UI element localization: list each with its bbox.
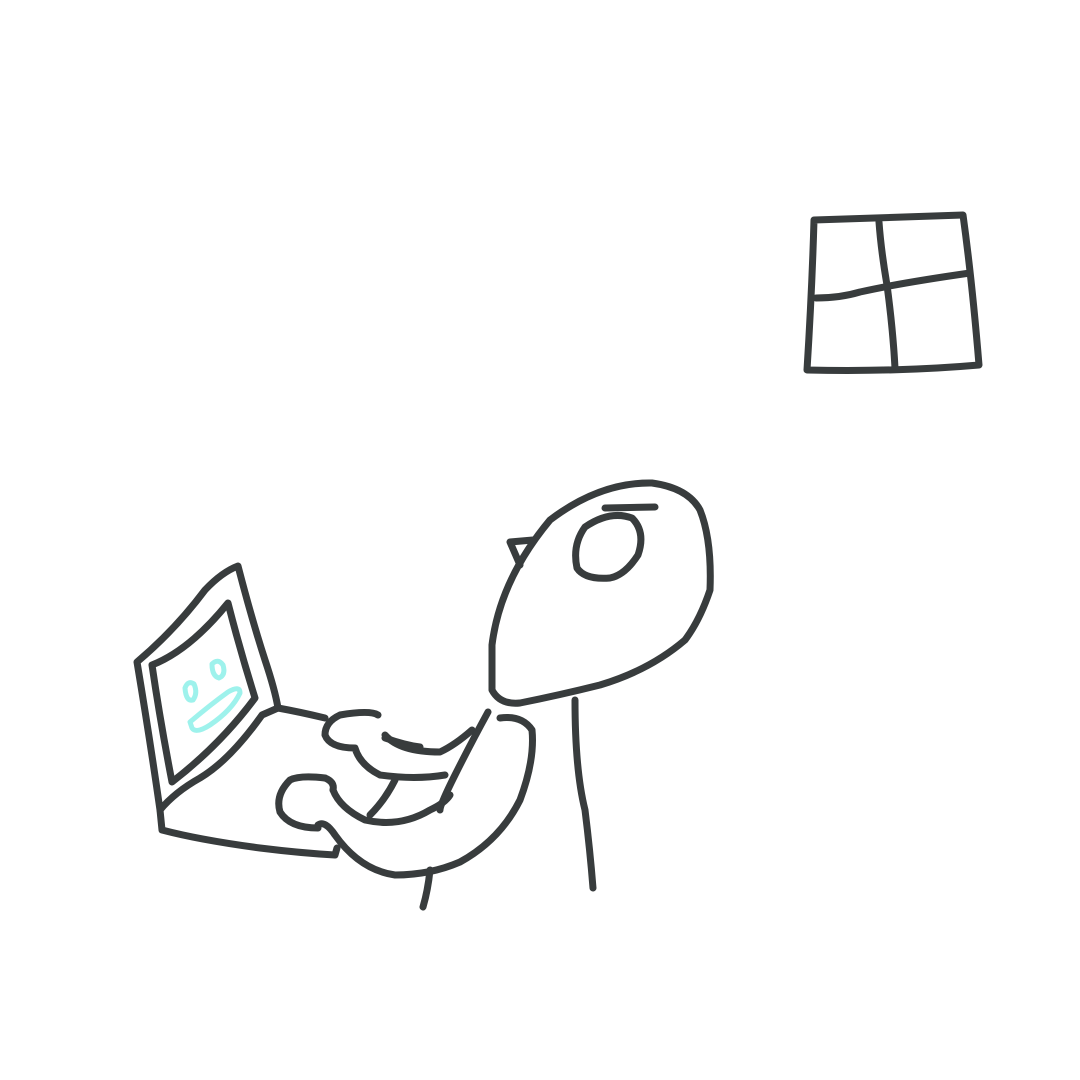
doodle-illustration [133,211,983,911]
eye-ring [572,512,645,582]
far-hand [321,709,449,781]
screen-doodle [182,658,243,733]
drawing-canvas [0,0,1080,1080]
laptop-icon [133,562,341,859]
body-back-line [571,696,597,892]
eyebrow [601,503,659,512]
near-hand [275,773,454,832]
window-icon [803,211,983,374]
screen-doodle-dot-right [209,658,227,681]
window-vertical-mullion [875,218,899,372]
window-horizontal-mullion [812,269,974,302]
screen-doodle-dot-left [182,680,199,703]
near-hand-thumb [321,774,337,794]
far-finger [381,734,424,751]
person-figure [275,479,714,911]
near-arm [314,714,536,879]
forearm-inner [366,776,399,819]
